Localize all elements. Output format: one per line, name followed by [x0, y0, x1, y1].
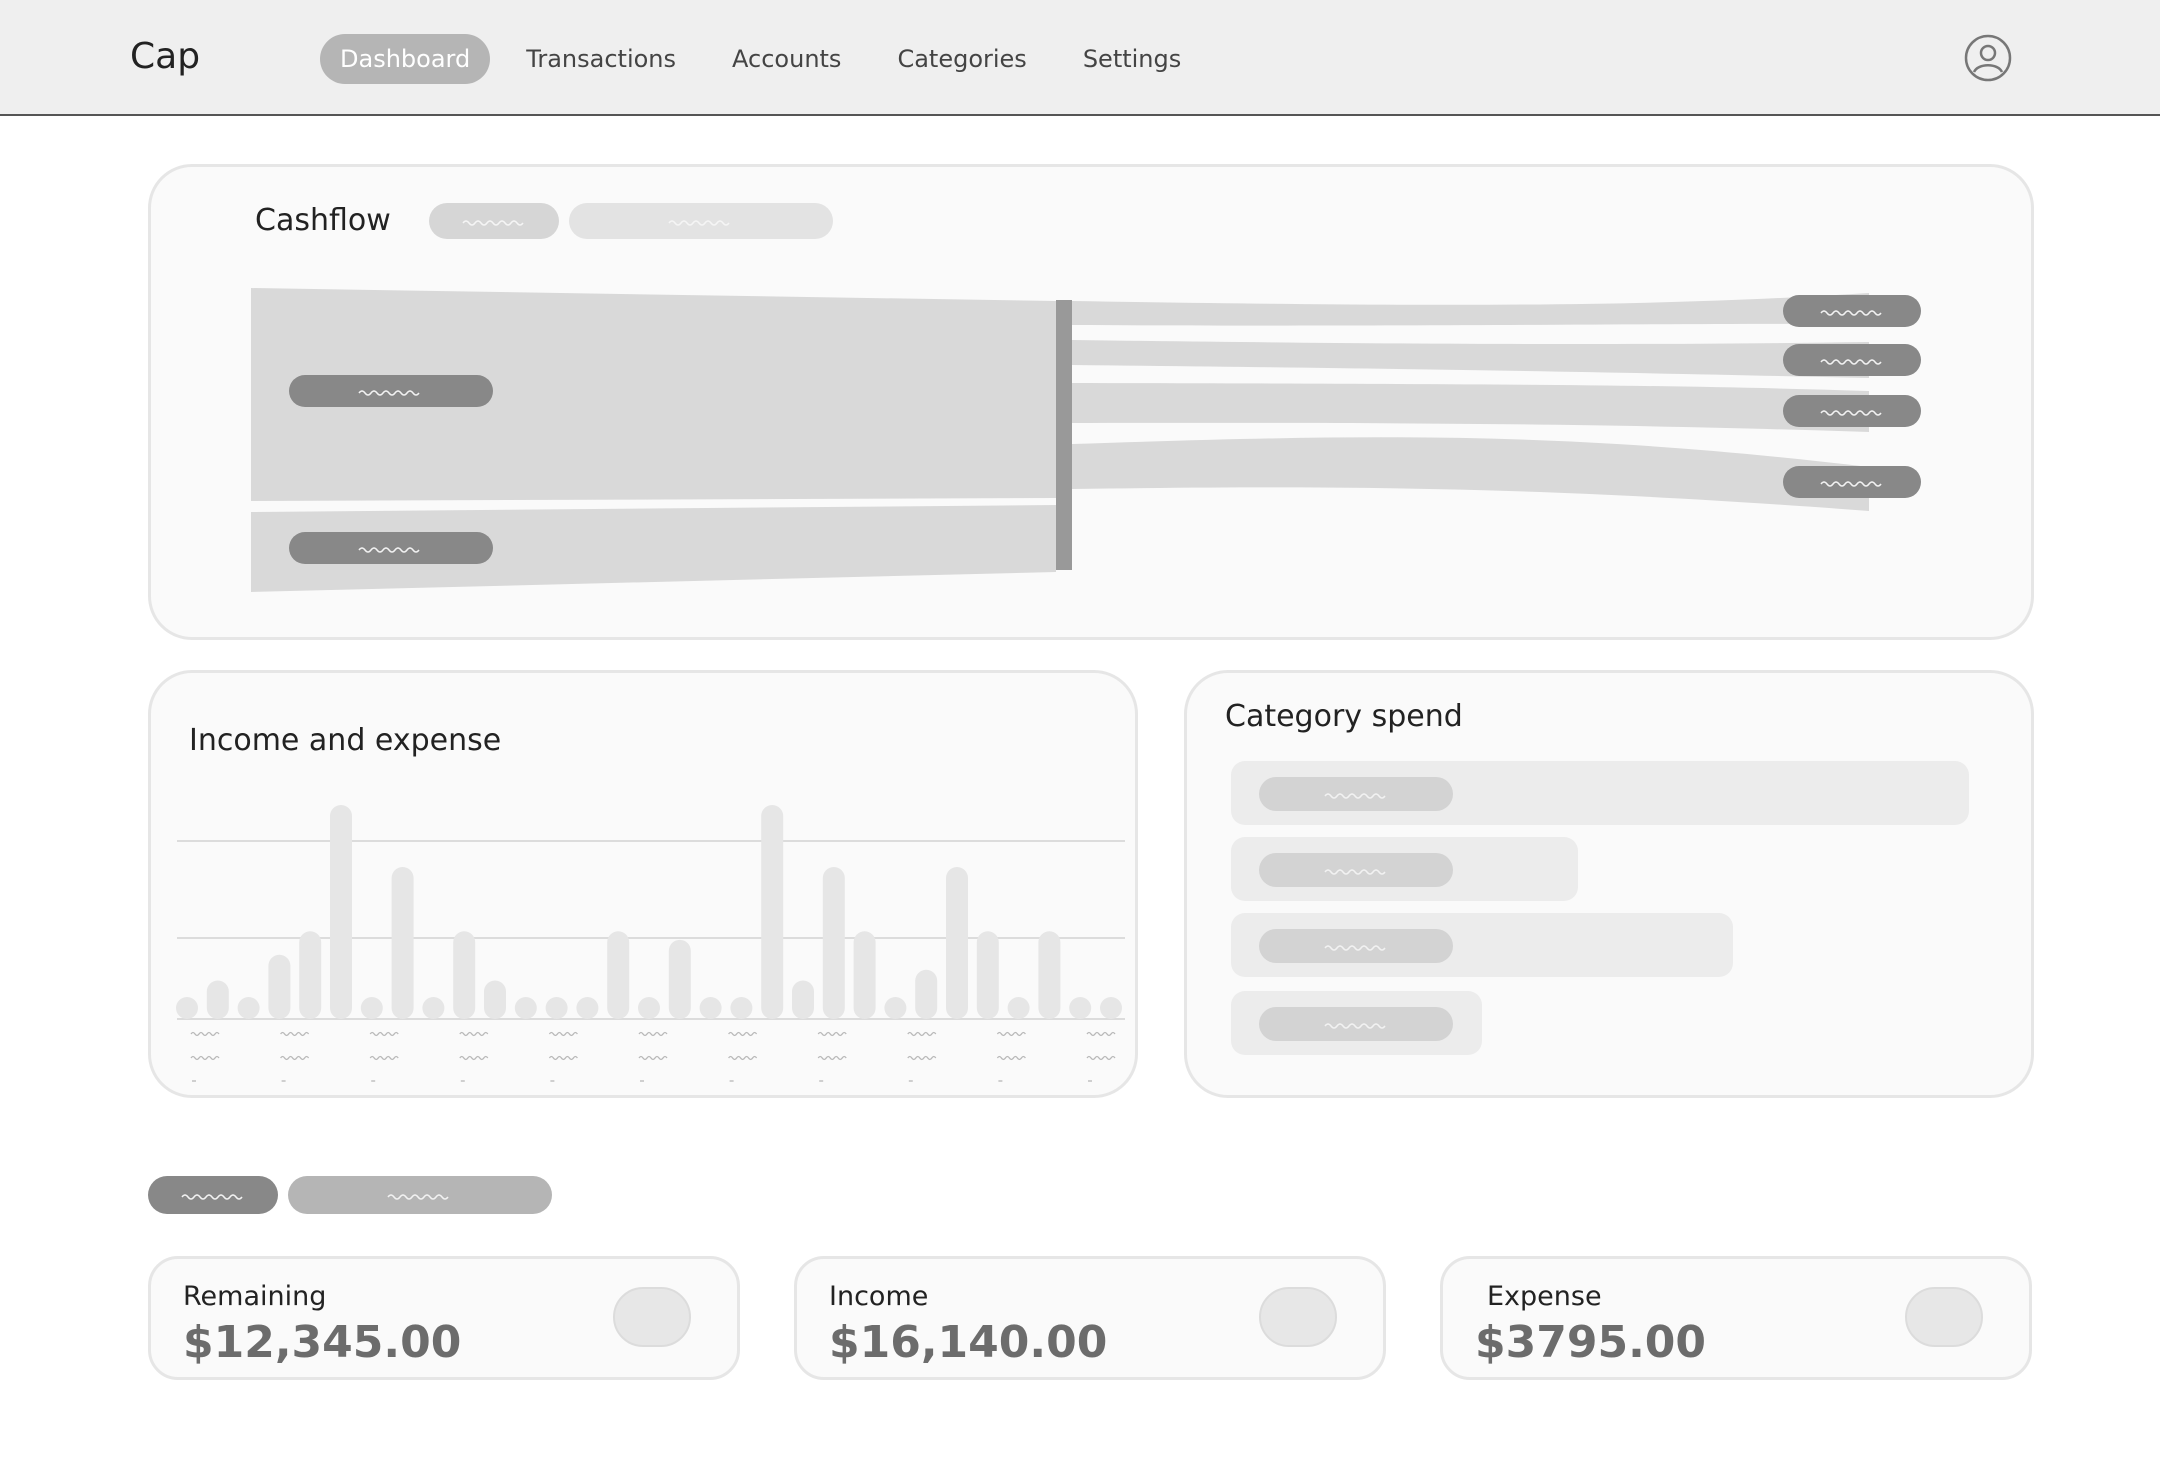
bar-4[interactable]: [268, 954, 291, 1019]
category-label-4: [1259, 1007, 1453, 1041]
sankey-node-total: [1056, 300, 1072, 570]
bar-16[interactable]: [638, 997, 660, 1019]
placeholder-text-icon: [1324, 869, 1386, 875]
bar-31[interactable]: [1100, 997, 1122, 1019]
remaining-label: Remaining: [183, 1281, 327, 1312]
category-label-1: [1259, 777, 1453, 811]
bar-23[interactable]: [853, 931, 876, 1019]
app-logo[interactable]: Cap: [130, 36, 200, 77]
tick-label-6: [638, 1031, 668, 1082]
nav-accounts[interactable]: Accounts: [712, 34, 861, 84]
tick-label-10: [996, 1031, 1026, 1082]
tick-label-8: [817, 1031, 847, 1082]
income-toggle-icon[interactable]: [1259, 1287, 1337, 1347]
remaining-card[interactable]: Remaining $12,345.00: [148, 1256, 740, 1380]
sankey-label-target-3: [1783, 395, 1921, 427]
income-card[interactable]: Income $16,140.00: [794, 1256, 1386, 1380]
category-row-4[interactable]: [1231, 991, 1482, 1055]
bar-19[interactable]: [730, 997, 753, 1019]
bar-13[interactable]: [545, 997, 568, 1019]
bar-5[interactable]: [299, 931, 322, 1019]
placeholder-text-icon: [1324, 945, 1386, 951]
tick-label-9: [907, 1031, 937, 1082]
category-spend-title: Category spend: [1225, 699, 1463, 734]
income-label: Income: [829, 1281, 929, 1312]
bar-12[interactable]: [514, 997, 537, 1019]
income-expense-card: Income and expense: [148, 670, 1138, 1098]
top-navigation-bar: Cap Dashboard Transactions Accounts Cate…: [0, 0, 2160, 116]
remaining-value: $12,345.00: [183, 1317, 462, 1368]
tick-label-4: [459, 1031, 489, 1082]
bar-10[interactable]: [453, 931, 476, 1019]
category-row-3[interactable]: [1231, 913, 1733, 977]
period-tab-2[interactable]: [288, 1176, 552, 1214]
main-nav: Dashboard Transactions Accounts Categori…: [320, 34, 1201, 84]
bar-11[interactable]: [484, 980, 506, 1019]
income-expense-bar-chart: [176, 805, 1125, 1082]
income-value: $16,140.00: [829, 1317, 1108, 1368]
sankey-label-source-2: [289, 532, 493, 564]
bar-7[interactable]: [360, 997, 383, 1019]
bar-6[interactable]: [330, 805, 352, 1019]
nav-transactions[interactable]: Transactions: [506, 34, 696, 84]
sankey-label-target-4: [1783, 466, 1921, 498]
period-tab-1[interactable]: [148, 1176, 278, 1214]
category-label-3: [1259, 929, 1453, 963]
bar-26[interactable]: [946, 867, 968, 1019]
bar-24[interactable]: [884, 997, 907, 1019]
sankey-flow-target-2: [1072, 340, 1869, 378]
expense-toggle-icon[interactable]: [1905, 1287, 1983, 1347]
placeholder-text-icon: [1324, 1023, 1386, 1029]
sankey-flow-target-3: [1072, 383, 1869, 432]
placeholder-text-icon: [1324, 793, 1386, 799]
bar-25[interactable]: [915, 969, 938, 1019]
bar-9[interactable]: [422, 997, 445, 1019]
nav-settings[interactable]: Settings: [1063, 34, 1201, 84]
sankey-label-target-2: [1783, 344, 1921, 376]
bar-21[interactable]: [792, 980, 814, 1019]
nav-dashboard[interactable]: Dashboard: [320, 34, 491, 84]
tick-label-7: [728, 1031, 758, 1082]
category-label-2: [1259, 853, 1453, 887]
bar-18[interactable]: [699, 997, 722, 1019]
bar-27[interactable]: [976, 931, 999, 1019]
sankey-flow-target-4: [1072, 437, 1869, 511]
bar-8[interactable]: [391, 867, 414, 1019]
tick-label-11: [1086, 1031, 1116, 1082]
bar-29[interactable]: [1038, 931, 1061, 1019]
bar-3[interactable]: [237, 997, 260, 1019]
bar-15[interactable]: [607, 931, 630, 1019]
nav-categories[interactable]: Categories: [877, 34, 1046, 84]
bar-2[interactable]: [206, 980, 229, 1019]
expense-card[interactable]: Expense $3795.00: [1440, 1256, 2032, 1380]
tick-label-2: [280, 1031, 310, 1082]
sankey-label-source-1: [289, 375, 493, 407]
sankey-flow-target-1: [1072, 293, 1869, 326]
category-spend-card: Category spend: [1184, 670, 2034, 1098]
expense-value: $3795.00: [1475, 1317, 1707, 1368]
cashflow-sankey-chart: [251, 288, 1921, 592]
bar-20[interactable]: [761, 805, 784, 1019]
category-row-2[interactable]: [1231, 837, 1578, 901]
bar-14[interactable]: [576, 997, 599, 1019]
user-circle-icon[interactable]: [1964, 34, 2012, 82]
expense-label: Expense: [1487, 1281, 1602, 1312]
category-row-1[interactable]: [1231, 761, 1969, 825]
bar-30[interactable]: [1069, 997, 1092, 1019]
remaining-toggle-icon[interactable]: [613, 1287, 691, 1347]
bar-17[interactable]: [668, 939, 691, 1019]
period-tabs: [148, 1176, 552, 1214]
cashflow-card: Cashflow: [148, 164, 2034, 640]
sankey-label-target-1: [1783, 295, 1921, 327]
bar-22[interactable]: [822, 867, 845, 1019]
tick-label-1: [190, 1031, 220, 1082]
bar-1[interactable]: [176, 997, 198, 1019]
tick-label-3: [369, 1031, 399, 1082]
tick-label-5: [548, 1031, 578, 1082]
bar-28[interactable]: [1007, 997, 1030, 1019]
